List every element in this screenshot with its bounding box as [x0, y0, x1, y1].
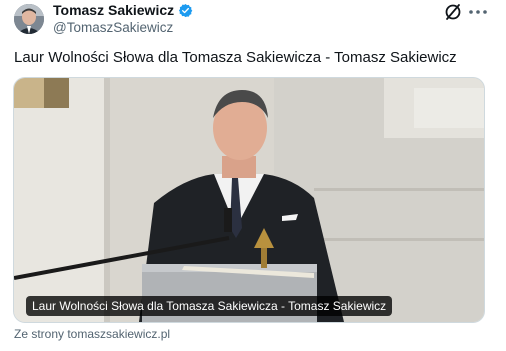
- card-source-link[interactable]: Ze strony tomaszsakiewicz.pl: [14, 327, 170, 341]
- media-card[interactable]: Laur Wolności Słowa dla Tomasza Sakiewic…: [13, 77, 485, 323]
- verified-badge-icon: [179, 3, 193, 17]
- author-handle[interactable]: @TomaszSakiewicz: [53, 20, 173, 35]
- video-caption: Laur Wolności Słowa dla Tomasza Sakiewic…: [26, 296, 393, 316]
- author-name[interactable]: Tomasz Sakiewicz: [53, 2, 174, 18]
- more-options-icon[interactable]: [467, 2, 489, 22]
- video-thumbnail[interactable]: [14, 78, 484, 322]
- avatar[interactable]: [14, 4, 44, 34]
- grok-icon[interactable]: [443, 2, 463, 22]
- tweet-text: Laur Wolności Słowa dla Tomasza Sakiewic…: [14, 49, 457, 66]
- author-name-row[interactable]: Tomasz Sakiewicz: [53, 2, 193, 18]
